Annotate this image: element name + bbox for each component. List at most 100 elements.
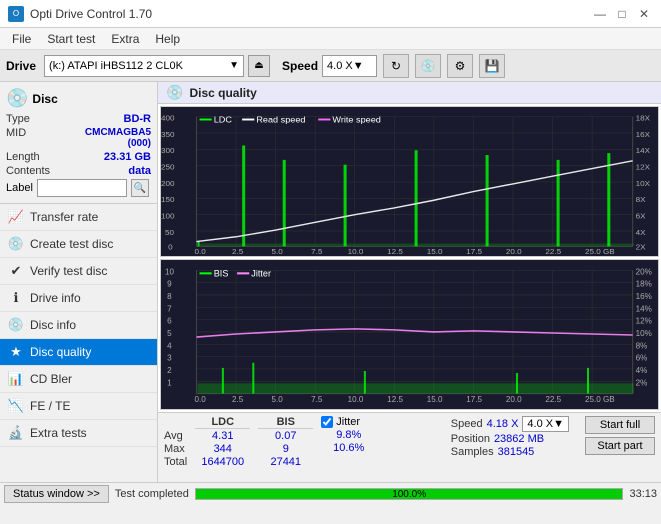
disc-section-icon: 💿 bbox=[6, 88, 28, 109]
statusbar: Status window >> Test completed 100.0% 3… bbox=[0, 482, 661, 504]
sidebar-item-fe-te-label: FE / TE bbox=[30, 399, 70, 413]
svg-text:18%: 18% bbox=[636, 280, 652, 289]
sidebar-item-disc-info[interactable]: 💿 Disc info bbox=[0, 312, 157, 339]
drive-label: Drive bbox=[6, 59, 36, 73]
sidebar-item-verify-test-disc[interactable]: ✔ Verify test disc bbox=[0, 258, 157, 285]
chart1-container: LDC Read speed Write speed 400 350 300 2… bbox=[160, 106, 659, 257]
progress-text: 100.0% bbox=[196, 489, 623, 500]
disc-label-fieldlabel: Label bbox=[6, 182, 33, 194]
menu-extra[interactable]: Extra bbox=[103, 30, 147, 48]
stats-bis-col: BIS 0.07 9 27441 bbox=[258, 416, 313, 468]
svg-text:17.5: 17.5 bbox=[466, 395, 482, 404]
sidebar-item-drive-info[interactable]: ℹ Drive info bbox=[0, 285, 157, 312]
svg-text:6%: 6% bbox=[636, 354, 648, 363]
jitter-label: Jitter bbox=[336, 416, 360, 428]
menu-help[interactable]: Help bbox=[147, 30, 188, 48]
samples-row: Samples 381545 bbox=[451, 446, 569, 458]
svg-text:350: 350 bbox=[161, 130, 175, 139]
drive-select[interactable]: (k:) ATAPI iHBS112 2 CL0K ▼ bbox=[44, 55, 244, 77]
svg-text:50: 50 bbox=[165, 228, 175, 237]
svg-text:15.0: 15.0 bbox=[427, 247, 443, 256]
svg-text:14%: 14% bbox=[636, 304, 652, 313]
svg-text:7: 7 bbox=[167, 304, 172, 313]
svg-text:Write speed: Write speed bbox=[332, 115, 381, 125]
drive-select-value: (k:) ATAPI iHBS112 2 CL0K bbox=[49, 60, 225, 72]
eject-button[interactable]: ⏏ bbox=[248, 55, 270, 77]
settings-button[interactable]: ⚙ bbox=[447, 54, 473, 78]
minimize-button[interactable]: — bbox=[591, 5, 609, 23]
sidebar-item-drive-info-label: Drive info bbox=[30, 291, 81, 305]
disc-icon-button[interactable]: 💿 bbox=[415, 54, 441, 78]
position-label: Position bbox=[451, 433, 490, 445]
menu-file[interactable]: File bbox=[4, 30, 39, 48]
disc-label-input[interactable] bbox=[37, 179, 127, 197]
sidebar-item-create-test-disc[interactable]: 💿 Create test disc bbox=[0, 231, 157, 258]
svg-text:10%: 10% bbox=[636, 329, 652, 338]
stats-jitter-col: Jitter 9.8% 10.6% bbox=[321, 416, 376, 455]
svg-text:0.0: 0.0 bbox=[194, 247, 206, 256]
start-part-button[interactable]: Start part bbox=[585, 437, 655, 455]
speed-select-stats[interactable]: 4.0 X ▼ bbox=[522, 416, 569, 432]
disc-mid-value: CMCMAGBA5 (000) bbox=[61, 127, 151, 149]
close-button[interactable]: ✕ bbox=[635, 5, 653, 23]
svg-text:400: 400 bbox=[161, 114, 175, 123]
speed-info: Speed 4.18 X 4.0 X ▼ Position 23862 MB S… bbox=[451, 416, 569, 458]
sidebar-item-cd-bler[interactable]: 📊 CD Bler bbox=[0, 366, 157, 393]
svg-text:20.0: 20.0 bbox=[506, 247, 522, 256]
start-full-button[interactable]: Start full bbox=[585, 416, 655, 434]
status-window-button[interactable]: Status window >> bbox=[4, 485, 109, 503]
status-text: Test completed bbox=[115, 488, 189, 500]
start-buttons: Start full Start part bbox=[585, 416, 655, 458]
sidebar-item-transfer-rate[interactable]: 📈 Transfer rate bbox=[0, 204, 157, 231]
sidebar: 💿 Disc Type BD-R MID CMCMAGBA5 (000) Len… bbox=[0, 82, 158, 482]
sidebar-item-disc-quality[interactable]: ★ Disc quality bbox=[0, 339, 157, 366]
sidebar-item-fe-te[interactable]: 📉 FE / TE bbox=[0, 393, 157, 420]
svg-text:300: 300 bbox=[161, 146, 175, 155]
speed-select-arrow-icon: ▼ bbox=[353, 60, 364, 72]
svg-text:0.0: 0.0 bbox=[194, 395, 206, 404]
fe-te-icon: 📉 bbox=[8, 398, 24, 414]
speed-select[interactable]: 4.0 X ▼ bbox=[322, 55, 377, 77]
panel-header-title: Disc quality bbox=[189, 86, 256, 100]
stats-bis-total: 27441 bbox=[258, 456, 313, 468]
svg-text:12%: 12% bbox=[636, 317, 652, 326]
position-row: Position 23862 MB bbox=[451, 433, 569, 445]
svg-text:4: 4 bbox=[167, 341, 172, 350]
refresh-button[interactable]: ↻ bbox=[383, 54, 409, 78]
svg-text:9: 9 bbox=[167, 280, 172, 289]
sidebar-item-transfer-rate-label: Transfer rate bbox=[30, 210, 98, 224]
svg-text:4%: 4% bbox=[636, 366, 648, 375]
window-controls: — □ ✕ bbox=[591, 5, 653, 23]
extra-tests-icon: 🔬 bbox=[8, 425, 24, 441]
svg-text:5.0: 5.0 bbox=[272, 395, 284, 404]
sidebar-item-disc-quality-label: Disc quality bbox=[30, 345, 91, 359]
svg-text:25.0 GB: 25.0 GB bbox=[585, 395, 615, 404]
disc-type-label: Type bbox=[6, 113, 30, 125]
sidebar-item-extra-tests[interactable]: 🔬 Extra tests bbox=[0, 420, 157, 447]
status-time: 33:13 bbox=[629, 488, 657, 500]
disc-length-value: 23.31 GB bbox=[104, 151, 151, 163]
svg-text:20.0: 20.0 bbox=[506, 395, 522, 404]
jitter-checkbox-row: Jitter bbox=[321, 416, 376, 428]
svg-text:7.5: 7.5 bbox=[311, 247, 323, 256]
stats-ldc-header: LDC bbox=[195, 416, 250, 429]
svg-text:10: 10 bbox=[165, 267, 174, 276]
maximize-button[interactable]: □ bbox=[613, 5, 631, 23]
svg-text:1: 1 bbox=[167, 378, 172, 387]
disc-length-field: Length 23.31 GB bbox=[6, 151, 151, 163]
svg-text:8X: 8X bbox=[636, 195, 647, 204]
disc-label-icon-button[interactable]: 🔍 bbox=[131, 179, 149, 197]
stats-bis-header: BIS bbox=[258, 416, 313, 429]
svg-text:8: 8 bbox=[167, 292, 172, 301]
svg-text:Read speed: Read speed bbox=[256, 115, 305, 125]
menu-start-test[interactable]: Start test bbox=[39, 30, 103, 48]
svg-text:3: 3 bbox=[167, 354, 172, 363]
jitter-checkbox[interactable] bbox=[321, 416, 333, 428]
svg-text:150: 150 bbox=[161, 195, 175, 204]
disc-contents-field: Contents data bbox=[6, 165, 151, 177]
stats-ldc-total: 1644700 bbox=[195, 456, 250, 468]
svg-text:100: 100 bbox=[161, 212, 175, 221]
save-button[interactable]: 💾 bbox=[479, 54, 505, 78]
svg-text:2X: 2X bbox=[636, 242, 647, 251]
disc-contents-value: data bbox=[128, 165, 151, 177]
